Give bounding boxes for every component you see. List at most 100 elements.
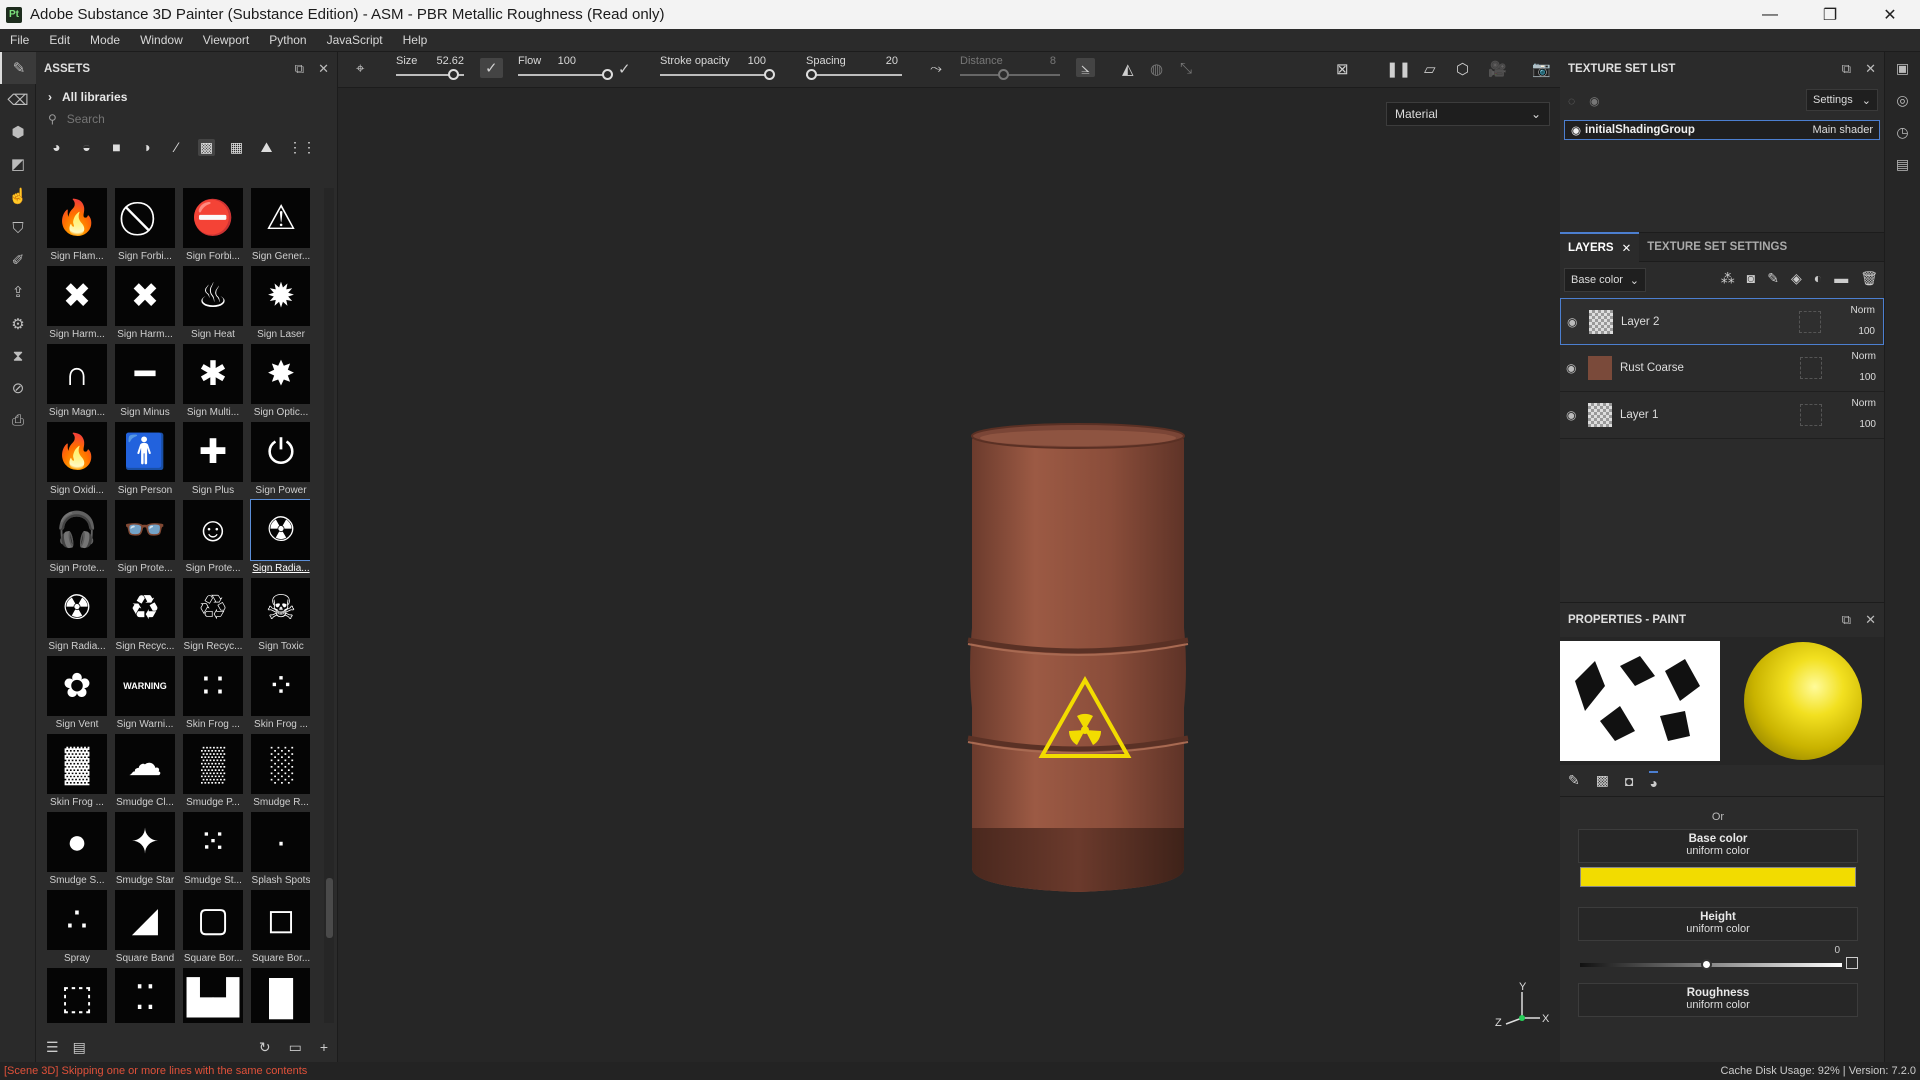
layer-row[interactable]: ◉ Rust Coarse Norm 100 (1560, 345, 1884, 392)
environment-filter-icon[interactable]: ⛰ (258, 139, 275, 156)
layer-name[interactable]: Layer 1 (1620, 409, 1658, 421)
height-value[interactable]: 0 (1834, 945, 1840, 956)
asset-tile[interactable]: ∴ Spray (44, 890, 110, 968)
height-knob[interactable] (1701, 959, 1712, 970)
menu-viewport[interactable]: Viewport (193, 33, 259, 47)
asset-tile[interactable]: ▓ Skin Frog ... (44, 734, 110, 812)
alpha-tab-icon[interactable]: ▩ (1596, 772, 1609, 789)
menu-help[interactable]: Help (393, 33, 438, 47)
export-tool-icon[interactable]: ⎙ (0, 404, 36, 436)
color-picker-tool-icon[interactable]: ✐ (0, 244, 36, 276)
layer-mask-slot[interactable] (1799, 311, 1821, 333)
menu-file[interactable]: File (0, 33, 39, 47)
asset-tile[interactable]: ✚ Sign Plus (180, 422, 246, 500)
asset-tile[interactable]: ▢ Square Bor... (180, 890, 246, 968)
material-filter-icon[interactable]: ◕ (48, 139, 65, 155)
geometry-fill-tool-icon[interactable]: ◩ (0, 148, 36, 180)
brush-tab-icon[interactable]: ✎ (1568, 772, 1580, 789)
asset-tile[interactable]: ♻ Sign Recyc... (112, 578, 178, 656)
screenshot-icon[interactable]: 📷 (1532, 60, 1551, 78)
asset-tile[interactable]: ∩ Sign Magn... (44, 344, 110, 422)
asset-tile[interactable]: ☢ Sign Radia... (248, 499, 310, 578)
layer-opacity[interactable]: 100 (1859, 372, 1876, 383)
alignment-icon[interactable]: ⦥ (1076, 58, 1095, 77)
paint-brush-tool-icon[interactable]: ✎ (0, 52, 36, 84)
close-panel-icon[interactable]: ✕ (1865, 612, 1876, 628)
path-tool-icon[interactable]: ⊘ (0, 372, 36, 404)
delete-layer-icon[interactable]: 🗑 (1860, 270, 1878, 287)
asset-tile[interactable]: ⁙ Smudge St... (180, 812, 246, 890)
size-slider-knob[interactable] (448, 69, 459, 80)
undock-icon[interactable]: ⧉ (1842, 612, 1851, 628)
close-panel-icon[interactable]: ✕ (318, 61, 329, 77)
asset-tile[interactable]: ⛔ Sign Forbi... (180, 188, 246, 266)
channel-dropdown[interactable]: Base color ⌄ (1564, 268, 1646, 292)
layer-opacity[interactable]: 100 (1858, 326, 1875, 337)
asset-tile[interactable]: ⏻ Sign Power (248, 422, 310, 500)
asset-tile[interactable]: ∷ Skin Frog ... (180, 656, 246, 734)
sort-icon[interactable]: ☰ (46, 1039, 59, 1056)
hide-ui-icon[interactable]: ⊠ (1336, 60, 1349, 78)
list-view-icon[interactable]: ▤ (73, 1039, 86, 1056)
asset-tile[interactable]: ☢ Sign Radia... (44, 578, 110, 656)
shader-settings-icon[interactable]: ◎ (1885, 84, 1920, 116)
asset-tile[interactable]: ☺ Sign Prote... (180, 500, 246, 578)
base-color-slot[interactable]: Base color uniform color (1578, 829, 1858, 863)
asset-tile[interactable]: ✖ Sign Harm... (44, 266, 110, 344)
menu-mode[interactable]: Mode (80, 33, 130, 47)
eye-icon[interactable]: ◉ (1567, 315, 1585, 329)
view-cube-icon[interactable]: ⬡ (1456, 60, 1469, 78)
asset-tile[interactable]: ☠ Sign Toxic (248, 578, 310, 656)
asset-tile[interactable]: ▙▟ (180, 968, 246, 1023)
log-icon[interactable]: ▤ (1885, 148, 1920, 180)
layer-row[interactable]: ◉ Layer 2 Norm 100 (1560, 298, 1884, 345)
bake-tool-icon[interactable]: ⇪ (0, 276, 36, 308)
layer-opacity[interactable]: 100 (1859, 419, 1876, 430)
texture-filter-icon[interactable]: ▦ (228, 139, 245, 156)
size-value[interactable]: 52.62 (436, 55, 464, 67)
eraser-tool-icon[interactable]: ⌫ (0, 84, 36, 116)
asset-tile[interactable]: 👓 Sign Prote... (112, 500, 178, 578)
assets-scrollbar[interactable] (324, 188, 334, 1023)
add-folder-icon[interactable]: ▬ (1834, 270, 1848, 287)
menu-python[interactable]: Python (259, 33, 316, 47)
stroke-opacity-slider[interactable] (660, 69, 775, 80)
blend-mode-dropdown[interactable]: Norm (1852, 351, 1876, 362)
spacing-slider[interactable] (806, 69, 902, 80)
asset-tile[interactable]: ♨ Sign Heat (180, 266, 246, 344)
add-effect-icon[interactable]: ⁂ (1721, 270, 1735, 287)
asset-tile[interactable]: ✦ Smudge Star (112, 812, 178, 890)
smudge-tool-icon[interactable]: ☝ (0, 180, 36, 212)
asset-tile[interactable]: WARNING Sign Warni... (112, 656, 178, 734)
stencil-tab-icon[interactable]: ◘ (1625, 773, 1633, 789)
alpha-filter-icon[interactable]: ▩ (198, 138, 215, 156)
tab-layers[interactable]: LAYERS ✕ (1560, 232, 1640, 262)
brush-preset-icon[interactable]: ⌖ (356, 60, 364, 77)
camera-icon[interactable]: 🎥 (1488, 60, 1507, 78)
pivot-icon[interactable]: ⤡ (1180, 60, 1192, 77)
distance-value[interactable]: 8 (1050, 55, 1056, 67)
grid-view-icon[interactable]: ⋮⋮ (288, 139, 316, 156)
refresh-icon[interactable]: ↻ (259, 1039, 271, 1056)
add-mask-icon[interactable]: ◙ (1747, 270, 1755, 287)
asset-tile[interactable]: ✹ Sign Laser (248, 266, 310, 344)
texture-link-icon[interactable] (1846, 957, 1858, 969)
flow-value[interactable]: 100 (558, 55, 576, 67)
asset-tile[interactable]: ░ Smudge R... (248, 734, 310, 812)
transform-tool-icon[interactable]: ⚙ (0, 308, 36, 340)
pause-icon[interactable]: ❚❚ (1386, 60, 1411, 78)
smart-material-filter-icon[interactable]: ◒ (78, 139, 95, 155)
height-slider[interactable]: 0 (1578, 945, 1858, 975)
asset-tile[interactable]: 🔥 Sign Flam... (44, 188, 110, 266)
uv-tool-icon[interactable]: ⧗ (0, 340, 36, 372)
add-mask-generator-icon[interactable]: ◐ (1814, 270, 1822, 287)
close-tab-icon[interactable]: ✕ (1622, 241, 1632, 255)
asset-tile[interactable]: ⃠ Sign Forbi... (112, 188, 178, 266)
roughness-slot[interactable]: Roughness uniform color (1578, 983, 1858, 1017)
minimize-button[interactable]: — (1740, 0, 1800, 29)
asset-tile[interactable]: ⁘ Skin Frog ... (248, 656, 310, 734)
asset-tile[interactable]: 🎧 Sign Prote... (44, 500, 110, 578)
asset-tile[interactable]: ◻ Square Bor... (248, 890, 310, 968)
asset-tile[interactable]: ☁ Smudge Cl... (112, 734, 178, 812)
menu-window[interactable]: Window (130, 33, 193, 47)
